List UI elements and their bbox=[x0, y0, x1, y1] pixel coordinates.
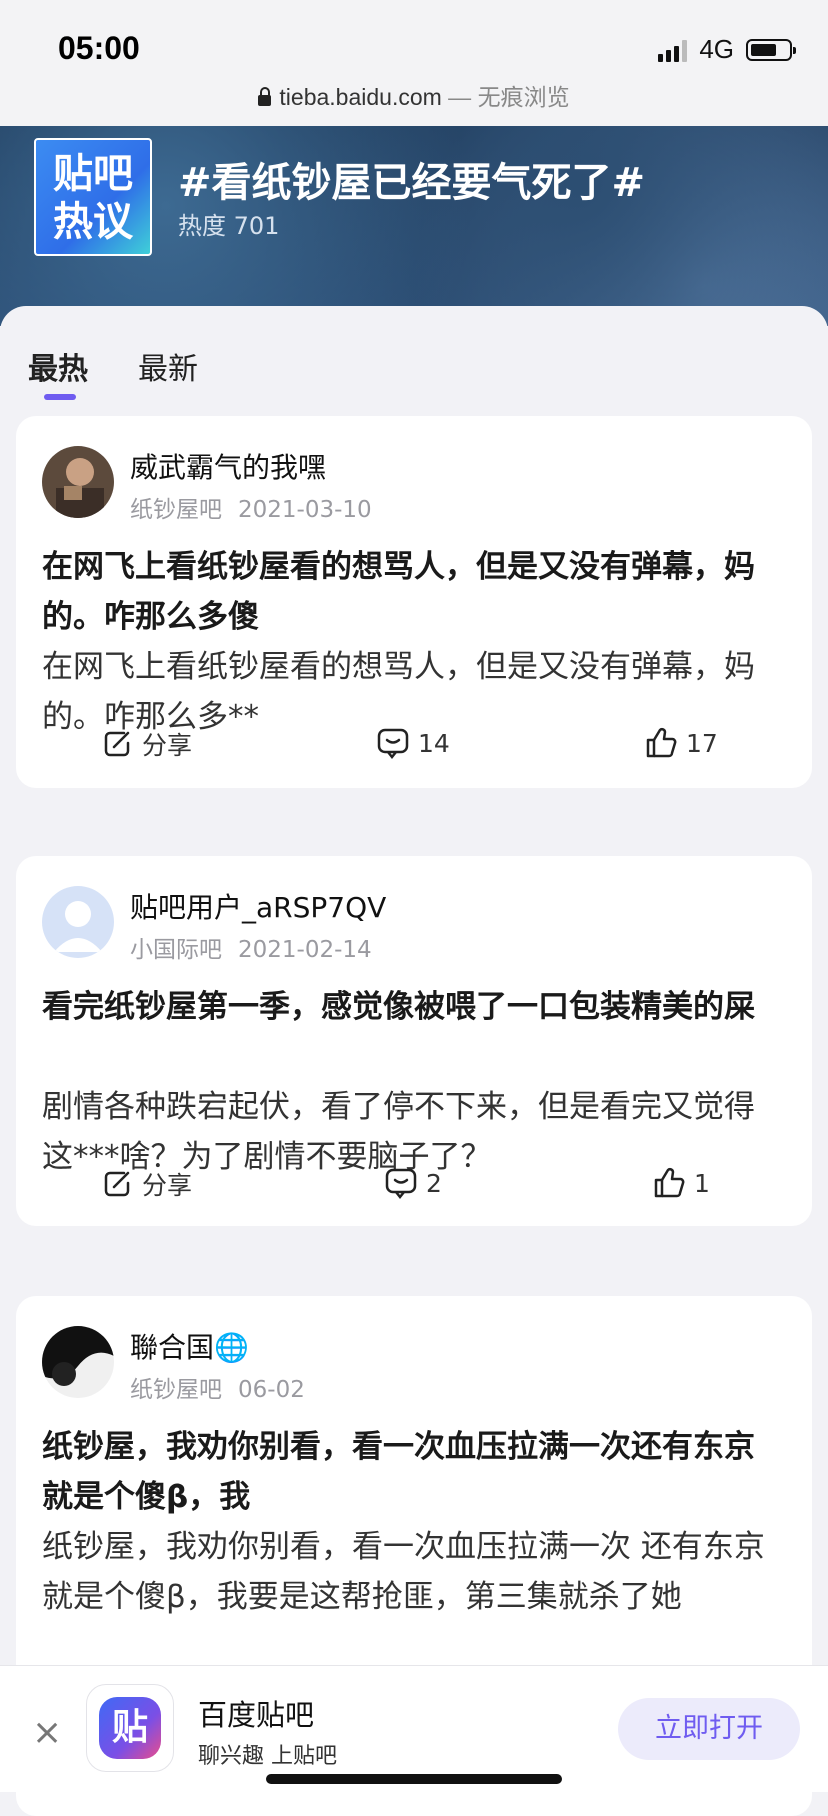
share-icon bbox=[104, 731, 130, 757]
tab-newest[interactable]: 最新 bbox=[138, 344, 198, 388]
app-slogan: 聊兴趣 上贴吧 bbox=[198, 1744, 337, 1769]
like-button[interactable]: 1 bbox=[652, 1166, 710, 1200]
post-meta: 纸钞屋吧 06-02 bbox=[130, 1370, 305, 1404]
battery-icon bbox=[746, 38, 796, 61]
post-actions: 分享 14 17 bbox=[16, 726, 812, 766]
like-icon bbox=[654, 1168, 685, 1198]
comment-button[interactable]: 2 bbox=[384, 1166, 442, 1200]
tab-active-indicator bbox=[44, 394, 76, 400]
forum-name[interactable]: 小国际吧 bbox=[130, 937, 222, 963]
username[interactable]: 威武霸气的我嘿 bbox=[130, 446, 326, 486]
post-title[interactable]: 看完纸钞屋第一季，感觉像被喂了一口包装精美的屎 bbox=[42, 982, 782, 1032]
like-count: 17 bbox=[686, 728, 718, 758]
open-app-button[interactable]: 立即打开 bbox=[618, 1698, 800, 1760]
forum-name[interactable]: 纸钞屋吧 bbox=[130, 1377, 222, 1403]
home-indicator[interactable] bbox=[266, 1774, 562, 1784]
topic-header: 贴吧 热议 #看纸钞屋已经要气死了# 热度 701 bbox=[0, 126, 828, 326]
lock-icon bbox=[258, 87, 272, 106]
status-time: 05:00 bbox=[58, 30, 140, 66]
post-title[interactable]: 在网飞上看纸钞屋看的想骂人，但是又没有弹幕，妈的。咋那么多傻 bbox=[42, 542, 782, 642]
app-name: 百度贴吧 bbox=[198, 1698, 315, 1732]
badge-line-2: 热议 bbox=[53, 199, 133, 245]
post-meta: 纸钞屋吧 2021-03-10 bbox=[130, 490, 372, 524]
avatar[interactable] bbox=[42, 886, 114, 958]
sort-tabs: 最热 最新 bbox=[28, 344, 198, 400]
post-card[interactable]: 威武霸气的我嘿 纸钞屋吧 2021-03-10 在网飞上看纸钞屋看的想骂人，但是又… bbox=[16, 416, 812, 788]
comment-icon bbox=[377, 728, 409, 760]
share-label: 分享 bbox=[142, 731, 193, 760]
comment-button[interactable]: 14 bbox=[376, 726, 450, 760]
network-type: 4G bbox=[699, 34, 734, 64]
signal-icon bbox=[658, 38, 688, 62]
comment-count: 2 bbox=[426, 1168, 442, 1198]
tab-hottest-label: 最热 bbox=[28, 352, 88, 387]
tieba-hot-badge: 贴吧 热议 bbox=[34, 138, 152, 256]
url-bar[interactable]: tieba.baidu.com — 无痕浏览 bbox=[0, 78, 828, 112]
like-count: 1 bbox=[694, 1168, 710, 1198]
url-domain: tieba.baidu.com bbox=[279, 84, 442, 110]
post-date: 2021-03-10 bbox=[238, 497, 372, 523]
topic-title: #看纸钞屋已经要气死了# bbox=[178, 160, 646, 206]
username[interactable]: 贴吧用户_aRSP7QV bbox=[130, 886, 386, 926]
comment-icon bbox=[385, 1168, 417, 1200]
post-actions: 分享 2 1 bbox=[16, 1166, 812, 1206]
forum-name[interactable]: 纸钞屋吧 bbox=[130, 497, 222, 523]
post-title[interactable]: 纸钞屋，我劝你别看，看一次血压拉满一次还有东京就是个傻β，我 bbox=[42, 1422, 782, 1522]
app-download-banner: × 贴 百度贴吧 聊兴趣 上贴吧 立即打开 bbox=[0, 1665, 828, 1792]
browser-chrome: 05:00 4G tieba.baidu.com — 无痕浏览 bbox=[0, 0, 828, 127]
post-card[interactable]: 贴吧用户_aRSP7QV 小国际吧 2021-02-14 看完纸钞屋第一季，感觉像… bbox=[16, 856, 812, 1226]
content-sheet: 最热 最新 威武霸气的我嘿 纸钞屋吧 2021-03-10 在网飞上看纸钞屋看的想… bbox=[0, 306, 828, 1816]
avatar[interactable] bbox=[42, 1326, 114, 1398]
tab-hottest[interactable]: 最热 bbox=[28, 344, 88, 400]
share-button[interactable]: 分享 bbox=[100, 1166, 192, 1202]
tab-newest-label: 最新 bbox=[138, 352, 198, 387]
avatar[interactable] bbox=[42, 446, 114, 518]
post-date: 06-02 bbox=[238, 1377, 305, 1403]
post-date: 2021-02-14 bbox=[238, 937, 372, 963]
post-meta: 小国际吧 2021-02-14 bbox=[130, 930, 372, 964]
share-label: 分享 bbox=[142, 1171, 193, 1200]
like-button[interactable]: 17 bbox=[644, 726, 718, 760]
topic-heat: 热度 701 bbox=[178, 212, 280, 240]
badge-line-1: 贴吧 bbox=[53, 151, 133, 197]
tieba-app-icon: 贴 bbox=[86, 1684, 174, 1772]
post-body[interactable]: 纸钞屋，我劝你别看，看一次血压拉满一次 还有东京就是个傻β，我要是这帮抢匪，第三… bbox=[42, 1522, 782, 1622]
like-icon bbox=[646, 728, 677, 758]
username[interactable]: 聯合国🌐 bbox=[130, 1326, 249, 1366]
private-mode-label: — 无痕浏览 bbox=[441, 84, 570, 110]
share-button[interactable]: 分享 bbox=[100, 726, 192, 762]
tieba-logo: 贴 bbox=[99, 1697, 161, 1759]
close-icon[interactable]: × bbox=[32, 1712, 62, 1753]
comment-count: 14 bbox=[418, 728, 450, 758]
status-indicators: 4G bbox=[658, 34, 796, 65]
share-icon bbox=[104, 1171, 130, 1197]
